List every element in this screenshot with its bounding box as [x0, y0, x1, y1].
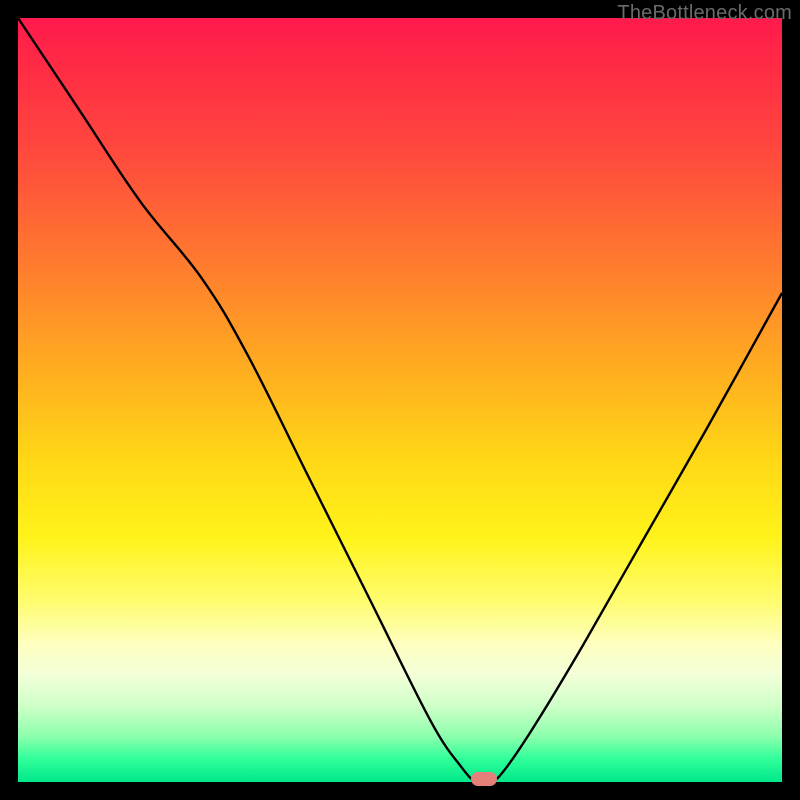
- bottleneck-curve: [18, 18, 782, 782]
- credit-text: TheBottleneck.com: [617, 2, 792, 25]
- plot-area: [18, 18, 782, 782]
- curve-path: [18, 18, 782, 782]
- chart-frame: TheBottleneck.com: [0, 0, 800, 800]
- optimal-marker: [471, 772, 497, 786]
